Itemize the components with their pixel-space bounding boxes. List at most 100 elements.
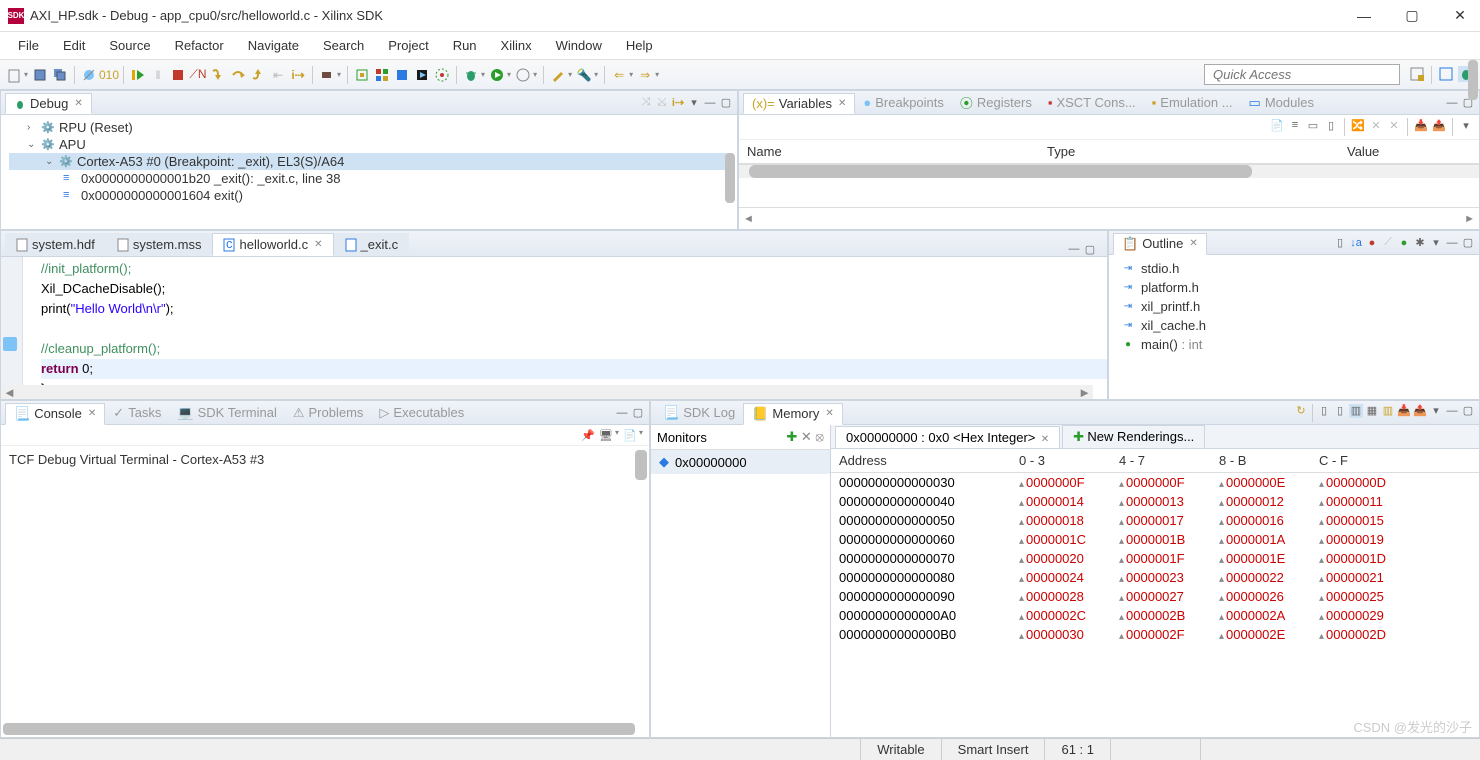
minimize-view-icon[interactable]: — xyxy=(615,406,629,420)
profile-icon[interactable] xyxy=(515,67,531,83)
run-icon[interactable] xyxy=(489,67,505,83)
bug-icon[interactable] xyxy=(463,67,479,83)
maximize-view-icon[interactable]: ▢ xyxy=(719,96,733,110)
vars-tb-icon-9[interactable]: 📤 xyxy=(1432,118,1446,132)
mem-tb-4[interactable]: ▥ xyxy=(1349,404,1363,418)
mem-tb-8[interactable]: 📤 xyxy=(1413,404,1427,418)
console-tb-open-icon[interactable]: 📄 xyxy=(623,428,637,442)
tab-executables[interactable]: ▷ Executables xyxy=(371,403,472,423)
tab-breakpoints[interactable]: ● Breakpoints xyxy=(855,93,952,112)
outline-include[interactable]: ⇥stdio.h xyxy=(1113,259,1475,278)
left-arrow-icon[interactable]: ◄ xyxy=(743,213,754,225)
tree-node-apu[interactable]: ⌄⚙️APU xyxy=(9,136,729,153)
step-into-icon[interactable] xyxy=(210,67,226,83)
close-icon[interactable]: ✕ xyxy=(1041,434,1049,445)
tab-sdk-log[interactable]: 📃 SDK Log xyxy=(655,403,743,423)
code-editor[interactable]: //init_platform(); Xil_DCacheDisable(); … xyxy=(1,257,1107,399)
quick-access-input[interactable] xyxy=(1204,64,1400,85)
menu-window[interactable]: Window xyxy=(546,34,612,57)
menu-help[interactable]: Help xyxy=(616,34,663,57)
maximize-button[interactable]: ▢ xyxy=(1400,4,1424,28)
view-menu-icon[interactable]: ▾ xyxy=(1429,236,1443,250)
close-icon[interactable]: ✕ xyxy=(825,408,833,419)
vars-tb-icon-6[interactable]: ✕ xyxy=(1369,118,1383,132)
menu-file[interactable]: File xyxy=(8,34,49,57)
vars-tb-icon-2[interactable]: ≡ xyxy=(1288,118,1302,132)
outline-main[interactable]: ●main() : int xyxy=(1113,335,1475,354)
tab-console[interactable]: 📃 Console ✕ xyxy=(5,403,105,425)
maximize-view-icon[interactable]: ▢ xyxy=(1461,404,1475,418)
outline-tb-6[interactable]: ✱ xyxy=(1413,236,1427,250)
editor-tab-helloworld[interactable]: chelloworld.c✕ xyxy=(212,233,333,256)
menu-source[interactable]: Source xyxy=(99,34,160,57)
tree-node-frame0[interactable]: ≡0x0000000000001b20 _exit(): _exit.c, li… xyxy=(9,170,729,187)
scrollbar-vars-h[interactable] xyxy=(739,164,1479,178)
build-icon[interactable] xyxy=(319,67,335,83)
right-arrow-icon[interactable]: ► xyxy=(1464,213,1475,225)
view-menu-icon[interactable]: ▾ xyxy=(687,96,701,110)
view-menu-icon[interactable]: ▾ xyxy=(1459,118,1473,132)
tab-modules[interactable]: ▭ Modules xyxy=(1241,93,1322,113)
remove-monitor-icon[interactable]: ✕ xyxy=(801,429,812,444)
save-all-icon[interactable] xyxy=(52,67,68,83)
group5-icon[interactable] xyxy=(434,67,450,83)
vars-tb-icon-5[interactable]: 🔀 xyxy=(1351,118,1365,132)
maximize-view-icon[interactable]: ▢ xyxy=(1461,236,1475,250)
scrollbar-console[interactable] xyxy=(635,450,647,480)
memory-row[interactable]: 0000000000000080▴00000024▴00000023▴00000… xyxy=(831,568,1479,587)
minimize-button[interactable]: — xyxy=(1352,4,1376,28)
menu-edit[interactable]: Edit xyxy=(53,34,95,57)
memory-row[interactable]: 0000000000000090▴00000028▴00000027▴00000… xyxy=(831,587,1479,606)
tree-node-frame1[interactable]: ≡0x0000000000001604 exit() xyxy=(9,187,729,204)
vars-tb-icon-3[interactable]: ▭ xyxy=(1306,118,1320,132)
view-menu-icon[interactable]: ▾ xyxy=(1429,404,1443,418)
memory-row[interactable]: 0000000000000070▴00000020▴0000001F▴00000… xyxy=(831,549,1479,568)
instruction-step-icon[interactable]: i⇢ xyxy=(290,67,306,83)
open-persp-icon[interactable] xyxy=(1409,66,1425,82)
tab-debug[interactable]: Debug ✕ xyxy=(5,93,92,114)
tab-emulation[interactable]: ▪ Emulation ... xyxy=(1144,93,1241,112)
mem-tb-3[interactable]: ▯ xyxy=(1333,404,1347,418)
vars-tb-icon-1[interactable]: 📄 xyxy=(1270,118,1284,132)
new-icon[interactable] xyxy=(6,67,22,83)
sdk-persp-icon[interactable] xyxy=(1438,66,1454,82)
tab-memory[interactable]: 📒 Memory ✕ xyxy=(743,403,843,425)
outline-tb-5[interactable]: ● xyxy=(1397,236,1411,250)
close-icon[interactable]: ✕ xyxy=(1189,238,1197,249)
memory-row[interactable]: 0000000000000050▴00000018▴00000017▴00000… xyxy=(831,511,1479,530)
memory-row[interactable]: 0000000000000040▴00000014▴00000013▴00000… xyxy=(831,492,1479,511)
tab-problems[interactable]: ⚠ Problems xyxy=(285,403,372,423)
add-monitor-icon[interactable]: ✚ xyxy=(786,429,797,444)
console-tb-display-icon[interactable]: 🖥 xyxy=(599,428,613,442)
tree-node-core[interactable]: ⌄⚙️Cortex-A53 #0 (Breakpoint: _exit), EL… xyxy=(9,153,729,170)
tab-outline[interactable]: 📋 Outline ✕ xyxy=(1113,233,1207,255)
memory-row[interactable]: 0000000000000030▴0000000F▴0000000F▴00000… xyxy=(831,473,1479,492)
group3-icon[interactable] xyxy=(394,67,410,83)
vars-tb-icon-7[interactable]: ✕ xyxy=(1387,118,1401,132)
skip-breakpoints-icon[interactable] xyxy=(81,67,97,83)
scrollbar-editor-h[interactable]: ◄► xyxy=(1,385,1093,399)
close-button[interactable]: ✕ xyxy=(1448,4,1472,28)
terminate-icon[interactable] xyxy=(170,67,186,83)
disconnect-icon[interactable]: ⟋N xyxy=(190,67,206,83)
drop-frame-icon[interactable]: ⇤ xyxy=(270,67,286,83)
menu-refactor[interactable]: Refactor xyxy=(165,34,234,57)
minimize-view-icon[interactable]: — xyxy=(1445,236,1459,250)
editor-tab-exit[interactable]: _exit.c xyxy=(334,233,410,256)
outline-include[interactable]: ⇥xil_cache.h xyxy=(1113,316,1475,335)
outline-tb-3[interactable]: ● xyxy=(1365,236,1379,250)
mem-tb-7[interactable]: 📥 xyxy=(1397,404,1411,418)
scrollbar-console-h[interactable] xyxy=(3,723,635,735)
outline-tb-4[interactable]: ⟋ xyxy=(1381,236,1395,250)
menu-search[interactable]: Search xyxy=(313,34,374,57)
mem-tb-2[interactable]: ▯ xyxy=(1317,404,1331,418)
back-icon[interactable]: ⇐ xyxy=(611,67,627,83)
tree-node-rpu[interactable]: ›⚙️RPU (Reset) xyxy=(9,119,729,136)
maximize-view-icon[interactable]: ▢ xyxy=(1083,242,1097,256)
resume-icon[interactable] xyxy=(130,67,146,83)
outline-include[interactable]: ⇥platform.h xyxy=(1113,278,1475,297)
minimize-view-icon[interactable]: — xyxy=(1445,404,1459,418)
vars-tb-icon-4[interactable]: ▯ xyxy=(1324,118,1338,132)
remove-all-icon[interactable]: ⦻ xyxy=(815,429,824,444)
menu-project[interactable]: Project xyxy=(378,34,438,57)
